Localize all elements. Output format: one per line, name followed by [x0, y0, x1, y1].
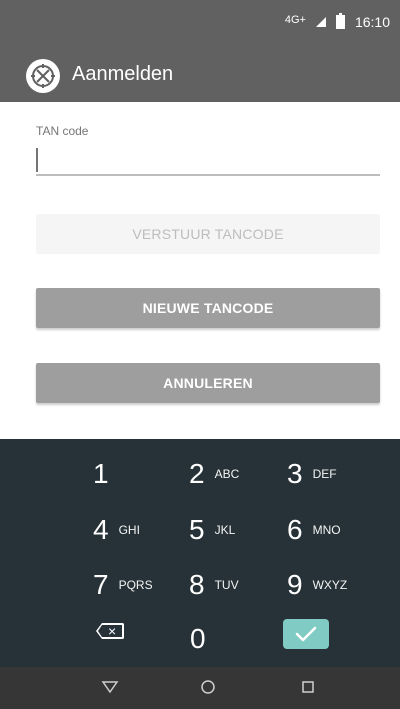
key-4-letters: GHI	[118, 523, 140, 537]
text-caret	[36, 148, 38, 172]
key-6-digit: 6	[287, 514, 303, 545]
home-svg	[201, 680, 215, 694]
check-path	[295, 626, 317, 642]
key-5-letters: JKL	[214, 523, 236, 537]
key-3-letters: DEF	[312, 467, 337, 481]
key-8-digit: 8	[189, 569, 205, 600]
status-time: 16:10	[354, 14, 390, 30]
square-recents-icon[interactable]	[298, 677, 318, 697]
page-title: Aanmelden	[72, 63, 174, 85]
signal-icon	[315, 17, 326, 27]
key-4[interactable]: 4 GHI	[93, 508, 140, 552]
key-7-digit: 7	[93, 569, 109, 600]
battery-icon	[335, 13, 345, 29]
key-1-digit: 1	[93, 458, 109, 489]
key-2[interactable]: 2 ABC	[189, 452, 239, 496]
status-bar: 4G+ 16:10	[0, 0, 400, 48]
key-5[interactable]: 5 JKL	[189, 508, 235, 552]
key-6[interactable]: 6 MNO	[287, 508, 341, 552]
tan-code-input[interactable]	[36, 148, 380, 176]
key-6-letters: MNO	[312, 523, 341, 537]
key-9[interactable]: 9 WXYZ	[287, 563, 347, 607]
status-icons: 4G+ 16:10	[284, 13, 390, 30]
key-9-letters: WXYZ	[312, 578, 348, 592]
key-3-digit: 3	[287, 458, 303, 489]
send-tancode-button[interactable]: VERSTUUR TANCODE	[36, 214, 380, 254]
input-underline	[36, 174, 380, 176]
backspace-icon[interactable]: ×	[96, 621, 124, 641]
key-5-digit: 5	[189, 514, 205, 545]
key-1[interactable]: 1	[93, 452, 109, 496]
key-7[interactable]: 7 PQRS	[93, 563, 153, 607]
key-2-digit: 2	[189, 458, 205, 489]
key-8-letters: TUV	[214, 578, 239, 592]
backspace-x: ×	[108, 623, 117, 639]
cancel-button[interactable]: ANNULEREN	[36, 363, 380, 403]
triangle-back-icon[interactable]	[100, 677, 120, 697]
key-2-letters: ABC	[214, 467, 240, 481]
check-svg	[295, 626, 317, 642]
circle-home-icon[interactable]	[198, 677, 218, 697]
app-bar	[0, 48, 400, 102]
home-circle	[201, 680, 215, 694]
key-8[interactable]: 8 TUV	[189, 563, 239, 607]
tan-code-label: TAN code	[36, 124, 89, 138]
key-4-digit: 4	[93, 514, 109, 545]
key-9-digit: 9	[287, 569, 303, 600]
new-tancode-button[interactable]: NIEUWE TANCODE	[36, 288, 380, 328]
crosshair-logo-icon	[26, 59, 60, 93]
network-type: 4G+	[284, 14, 306, 26]
check-icon[interactable]	[283, 619, 329, 649]
key-0[interactable]: 0	[190, 617, 206, 661]
key-0-digit: 0	[190, 623, 206, 654]
back-svg	[101, 681, 119, 694]
recents-svg	[302, 681, 314, 693]
crosshair-logo-svg	[31, 64, 55, 88]
key-7-letters: PQRS	[118, 578, 153, 592]
back-triangle	[101, 681, 119, 694]
recents-square	[302, 681, 314, 693]
key-3[interactable]: 3 DEF	[287, 452, 337, 496]
